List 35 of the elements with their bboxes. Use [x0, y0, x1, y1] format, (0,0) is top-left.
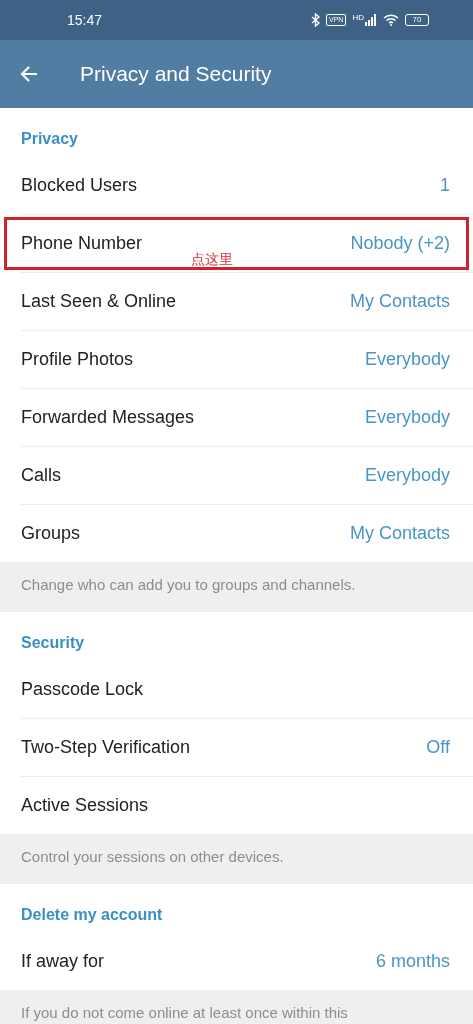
setting-label[interactable]: Profile Photos — [21, 349, 134, 370]
setting-value: 1 — [440, 174, 450, 196]
wifi-icon — [383, 14, 399, 26]
section-footer: Control your sessions on other devices. — [0, 834, 473, 884]
setting-value: Nobody (+2) — [350, 233, 450, 254]
setting-label[interactable]: Last Seen & Online — [21, 291, 177, 312]
setting-label[interactable]: Phone Number — [21, 233, 143, 254]
section-header: Privacy — [20, 129, 79, 149]
setting-label[interactable]: Passcode Lock — [21, 678, 144, 700]
back-button[interactable] — [19, 64, 39, 84]
setting-label[interactable]: Two-Step Verification — [21, 737, 191, 758]
section-header: Security — [20, 633, 86, 653]
annotation-text: 点这里 — [191, 251, 233, 267]
section-footer: If you do not come online at least once within this — [0, 990, 473, 1024]
setting-value: Everybody — [364, 407, 450, 428]
battery-level: 70 — [405, 14, 429, 26]
setting-value: Everybody — [364, 465, 450, 486]
setting-label[interactable]: Forwarded Messages — [21, 407, 195, 428]
bluetooth-icon — [311, 13, 321, 27]
clock-time: 15:47 — [67, 12, 104, 28]
setting-label[interactable]: Calls — [21, 465, 61, 486]
screen-title: Privacy and Security — [80, 62, 272, 86]
setting-value: My Contacts — [349, 291, 450, 312]
setting-label[interactable]: Groups — [21, 523, 81, 544]
setting-value: Off — [426, 737, 450, 758]
setting-label[interactable]: Blocked Users — [21, 174, 138, 196]
network-type: HD — [352, 14, 364, 22]
setting-label[interactable]: Active Sessions — [21, 795, 149, 816]
setting-label[interactable]: If away for — [21, 950, 105, 972]
section-header: Delete my account — [20, 905, 164, 925]
setting-value: My Contacts — [349, 523, 450, 544]
signal-icon — [365, 14, 377, 26]
setting-value: 6 months — [375, 950, 450, 972]
setting-value: Everybody — [364, 349, 450, 370]
section-footer: Change who can add you to groups and channels. — [0, 562, 473, 612]
